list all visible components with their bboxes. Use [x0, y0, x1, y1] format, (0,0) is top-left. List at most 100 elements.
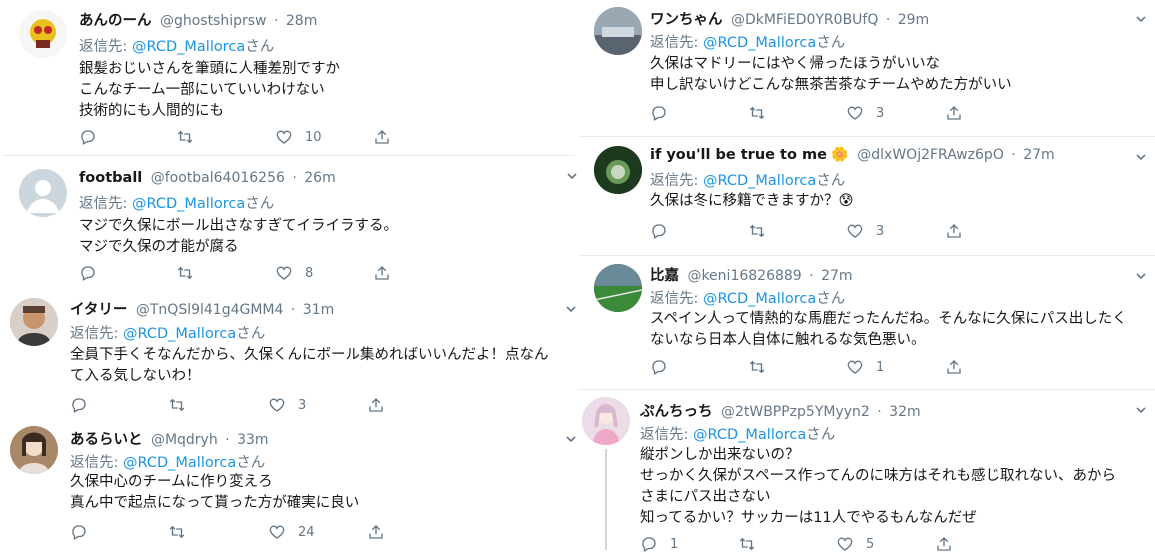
timestamp[interactable]: 33m: [237, 432, 268, 448]
display-name[interactable]: イタリー: [70, 302, 127, 318]
chevron-down-icon[interactable]: [565, 169, 579, 183]
separator-dot: ·: [877, 404, 882, 420]
timestamp[interactable]: 27m: [1023, 147, 1054, 163]
retweet-button[interactable]: [748, 104, 778, 122]
avatar[interactable]: [582, 397, 630, 445]
share-button[interactable]: [373, 128, 391, 146]
retweet-button[interactable]: [748, 358, 778, 376]
reply-prefix: 返信先:: [70, 326, 123, 342]
reply-button[interactable]: 1: [640, 535, 678, 553]
display-name[interactable]: 比嘉: [650, 268, 679, 284]
reply-button[interactable]: [650, 104, 680, 122]
display-name[interactable]: football: [79, 170, 142, 186]
chevron-down-icon[interactable]: [1134, 403, 1148, 417]
tweet-card[interactable]: if you'll be true to me 🌼 @dlxWOj2FRAwz6…: [578, 138, 1155, 256]
user-handle[interactable]: @2tWBPPzp5YMyyn2: [721, 404, 870, 420]
avatar[interactable]: [594, 146, 642, 194]
mention-link[interactable]: @RCD_Mallorca: [703, 291, 816, 307]
heart-icon: [837, 537, 853, 551]
reply-context: 返信先: @RCD_Mallorcaさん: [650, 169, 845, 190]
retweet-button[interactable]: [176, 264, 206, 282]
tweet-card[interactable]: あるらいと @Mqdryh · 33m 返信先: @RCD_Mallorcaさん…: [0, 420, 580, 550]
avatar[interactable]: [594, 264, 642, 312]
user-handle[interactable]: @footbal64016256: [151, 170, 285, 186]
avatar[interactable]: [10, 426, 58, 474]
user-handle[interactable]: @TnQSl9l41g4GMM4: [136, 302, 284, 318]
share-button[interactable]: [367, 523, 385, 541]
user-handle[interactable]: @dlxWOj2FRAwz6pO: [857, 147, 1004, 163]
reply-button[interactable]: [650, 222, 680, 240]
timestamp[interactable]: 28m: [286, 13, 317, 29]
display-name[interactable]: if you'll be true to me: [650, 147, 827, 163]
like-button[interactable]: 24: [268, 523, 315, 541]
display-name[interactable]: あるらいと: [70, 432, 143, 448]
display-name[interactable]: ワンちゃん: [650, 12, 723, 28]
user-handle[interactable]: @keni16826889: [687, 268, 801, 284]
retweet-button[interactable]: [748, 222, 778, 240]
like-button[interactable]: 3: [268, 396, 306, 414]
reply-count: 1: [670, 536, 679, 552]
tweet-card[interactable]: football @footbal64016256 · 26m 返信先: @RC…: [3, 157, 577, 289]
timestamp[interactable]: 26m: [304, 170, 335, 186]
user-handle[interactable]: @ghostshiprsw: [160, 13, 267, 29]
like-button[interactable]: 5: [836, 535, 874, 553]
timestamp[interactable]: 29m: [898, 12, 929, 28]
share-button[interactable]: [945, 222, 963, 240]
avatar[interactable]: [594, 7, 642, 55]
share-button[interactable]: [945, 358, 963, 376]
reply-button[interactable]: [70, 523, 100, 541]
avatar[interactable]: [10, 298, 58, 346]
mention-link[interactable]: @RCD_Mallorca: [703, 35, 816, 51]
chevron-down-icon[interactable]: [1134, 269, 1148, 283]
timestamp[interactable]: 27m: [821, 268, 852, 284]
share-button[interactable]: [373, 264, 391, 282]
like-button[interactable]: 3: [846, 222, 884, 240]
chevron-down-icon[interactable]: [564, 302, 578, 316]
user-handle[interactable]: @Mqdryh: [151, 432, 218, 448]
chevron-down-icon[interactable]: [1134, 150, 1148, 164]
avatar[interactable]: [19, 169, 67, 217]
timestamp[interactable]: 32m: [889, 404, 920, 420]
mention-link[interactable]: @RCD_Mallorca: [693, 427, 806, 443]
tweet-card[interactable]: ぷんちっち @2tWBPPzp5YMyyn2 · 32m 返信先: @RCD_M…: [578, 391, 1155, 553]
avatar[interactable]: [19, 10, 67, 58]
like-button[interactable]: 1: [846, 358, 884, 376]
retweet-button[interactable]: [738, 535, 768, 553]
reply-button[interactable]: [79, 264, 109, 282]
user-handle[interactable]: @DkMFiED0YR0BUfQ: [731, 12, 878, 28]
tweet-card[interactable]: イタリー @TnQSl9l41g4GMM4 · 31m 返信先: @RCD_Ma…: [0, 290, 580, 420]
reply-prefix: 返信先:: [70, 455, 123, 471]
retweet-button[interactable]: [168, 523, 198, 541]
tweet-card[interactable]: ワンちゃん @DkMFiED0YR0BUfQ · 29m 返信先: @RCD_M…: [578, 0, 1155, 137]
share-button[interactable]: [935, 535, 953, 553]
reply-icon: [81, 266, 95, 281]
chevron-down-icon[interactable]: [564, 432, 578, 446]
share-button[interactable]: [367, 396, 385, 414]
timestamp[interactable]: 31m: [303, 302, 334, 318]
mention-link[interactable]: @RCD_Mallorca: [703, 173, 816, 189]
tweet-text-line: こんなチーム一部にいていいわけない: [79, 82, 325, 98]
heart-icon: [269, 525, 285, 539]
retweet-button[interactable]: [176, 128, 206, 146]
like-button[interactable]: 10: [275, 128, 322, 146]
like-button[interactable]: 8: [275, 264, 313, 282]
reply-icon: [652, 106, 666, 121]
share-icon: [937, 537, 951, 551]
mention-link[interactable]: @RCD_Mallorca: [123, 326, 236, 342]
tweet-card[interactable]: あんのーん @ghostshiprsw · 28m 返信先: @RCD_Mall…: [3, 0, 575, 156]
mention-link[interactable]: @RCD_Mallorca: [123, 455, 236, 471]
mention-link[interactable]: @RCD_Mallorca: [132, 39, 245, 55]
reply-context: 返信先: @RCD_Mallorcaさん: [650, 287, 845, 308]
reply-button[interactable]: [79, 128, 109, 146]
share-icon: [375, 266, 389, 280]
reply-button[interactable]: [70, 396, 100, 414]
display-name[interactable]: あんのーん: [79, 13, 152, 29]
mention-link[interactable]: @RCD_Mallorca: [132, 196, 245, 212]
retweet-button[interactable]: [168, 396, 198, 414]
reply-button[interactable]: [650, 358, 680, 376]
chevron-down-icon[interactable]: [1134, 12, 1148, 26]
share-button[interactable]: [945, 104, 963, 122]
tweet-card[interactable]: 比嘉 @keni16826889 · 27m 返信先: @RCD_Mallorc…: [578, 257, 1155, 390]
like-button[interactable]: 3: [846, 104, 884, 122]
display-name[interactable]: ぷんちっち: [640, 404, 713, 420]
